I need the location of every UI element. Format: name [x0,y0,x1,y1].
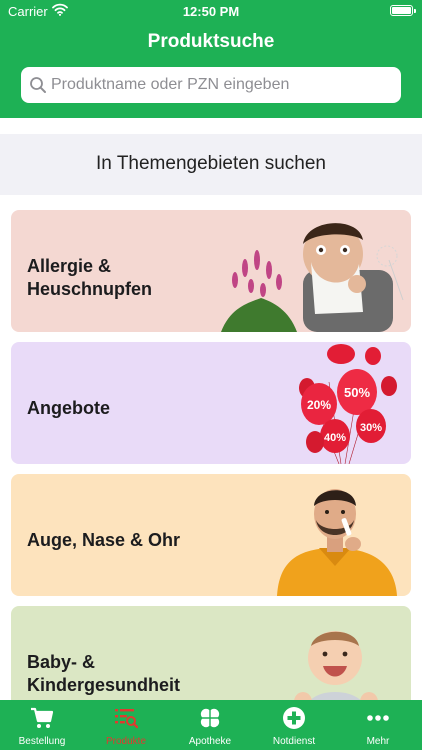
tab-label: Notdienst [272,736,316,747]
offer-badge-text: 30% [360,422,382,434]
category-label-line: Baby- & [27,652,96,672]
tab-produkte[interactable]: Produkte [84,700,168,750]
search-input[interactable] [51,67,391,103]
tab-bar: Bestellung Produkte Apotheke Notdienst M… [0,700,422,750]
tab-label: Produkte [105,736,147,747]
sale-balloons-image: 50% 20% 40% 30% [299,344,397,464]
page-title: Produktsuche [147,31,275,52]
offer-badge-text: 20% [307,398,331,412]
baby-image [294,631,378,700]
emergency-cross-icon [282,706,306,730]
status-bar: Carrier 12:50 PM [0,0,422,22]
battery-icon [390,5,416,16]
category-label-angebote: Angebote [27,398,110,418]
nasal-spray-person-image [277,489,397,596]
tab-apotheke[interactable]: Apotheke [168,700,252,750]
section-heading: In Themengebieten suchen [96,153,326,174]
category-label-allergie: Allergie & Heuschnupfen [27,255,152,301]
category-card-baby-kindergesundheit[interactable]: Baby- & Kindergesundheit [11,606,411,700]
category-card-angebote[interactable]: Angebote 50% 20% 40% 30% [11,342,411,464]
product-search-icon [114,706,139,730]
clover-icon [198,706,222,730]
header-bar: Carrier 12:50 PM Produktsuche [0,0,422,118]
search-field[interactable] [21,67,401,103]
category-label-line: Kindergesundheit [27,675,181,695]
category-label-line: Allergie & [27,256,112,276]
category-label-auge-nase-ohr: Auge, Nase & Ohr [27,530,181,550]
tab-notdienst[interactable]: Notdienst [252,700,336,750]
clock-label: 12:50 PM [182,4,240,19]
category-list[interactable]: In Themengebieten suchen Allergie & Heus… [0,118,422,700]
tab-label: Mehr [366,736,390,747]
offer-badge-text: 40% [324,432,346,444]
offer-badge-text: 50% [344,385,370,400]
tab-bestellung[interactable]: Bestellung [0,700,84,750]
category-label-baby-kindergesundheit: Baby- & Kindergesundheit [27,651,180,697]
category-card-auge-nase-ohr[interactable]: Auge, Nase & Ohr [11,474,411,596]
search-icon [29,76,47,99]
tab-label: Bestellung [18,736,66,747]
category-card-allergie[interactable]: Allergie & Heuschnupfen [11,210,411,332]
category-label-line: Heuschnupfen [27,279,153,299]
section-header: In Themengebieten suchen [0,134,422,195]
cart-icon [30,706,54,730]
tab-mehr[interactable]: Mehr [336,700,422,750]
allergy-person-image [221,223,404,332]
tab-label: Apotheke [188,736,232,747]
more-dots-icon [366,706,390,730]
